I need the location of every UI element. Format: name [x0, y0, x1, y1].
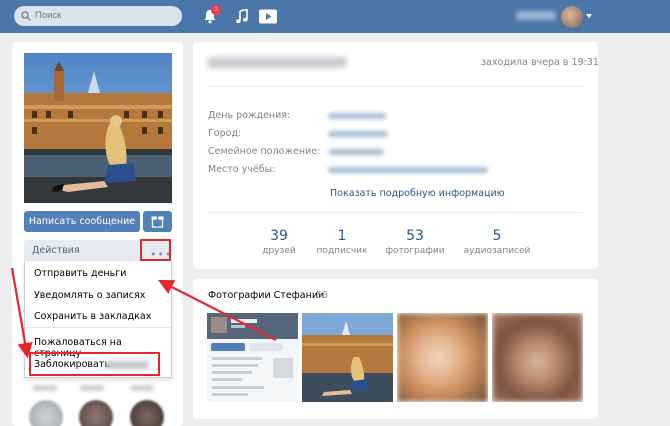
highlight-box-block	[29, 352, 160, 376]
friend-label	[130, 385, 154, 391]
info-value-birthday	[328, 113, 386, 119]
profile-photo[interactable]	[24, 53, 172, 203]
menu-item-bookmark[interactable]: Сохранить в закладках	[34, 311, 151, 322]
friend-avatar[interactable]	[79, 400, 113, 426]
info-label-birthday: День рождения:	[208, 110, 291, 121]
search-placeholder: Поиск	[35, 10, 62, 21]
stat-audio[interactable]: 5 аудиозаписей	[461, 228, 533, 256]
notifications-badge: 3	[211, 5, 221, 15]
divider	[207, 212, 583, 213]
photos-count: 53	[316, 290, 329, 301]
search-icon	[21, 11, 31, 21]
photos-title[interactable]: Фотографии Стефании	[208, 290, 324, 301]
info-label-city: Город:	[208, 128, 242, 139]
last-seen-status: заходила вчера в 19:31	[481, 57, 599, 68]
info-label-relationship: Семейное положение:	[208, 146, 321, 157]
stat-label: аудиозаписей	[463, 246, 531, 256]
stat-number: 1	[337, 228, 347, 244]
stat-number: 53	[406, 228, 424, 244]
profile-name	[207, 57, 347, 68]
photo-thumbnail[interactable]	[397, 313, 488, 402]
actions-label: Действия	[32, 245, 80, 256]
menu-item-notify-posts[interactable]: Уведомлять о записях	[34, 290, 145, 301]
friend-avatar[interactable]	[130, 400, 164, 426]
stat-number: 5	[492, 228, 502, 244]
stat-photos[interactable]: 53 фотографии	[382, 228, 448, 256]
friend-label	[33, 385, 57, 391]
video-icon[interactable]	[259, 9, 277, 24]
stat-label: фотографии	[385, 246, 445, 256]
stat-number: 39	[270, 228, 288, 244]
photo-thumbnail[interactable]	[207, 313, 298, 402]
photo-thumbnail[interactable]	[302, 313, 393, 402]
header-user-name[interactable]	[516, 11, 556, 20]
photo-thumbnail[interactable]	[492, 313, 583, 402]
search-input[interactable]: Поиск	[14, 6, 182, 26]
divider	[207, 86, 583, 87]
chevron-down-icon[interactable]	[586, 14, 592, 18]
highlight-box-more	[140, 239, 171, 261]
gift-button[interactable]	[143, 211, 172, 232]
menu-divider	[25, 327, 171, 328]
menu-item-send-money[interactable]: Отправить деньги	[34, 268, 126, 279]
stat-label: подписчик	[316, 246, 368, 256]
stat-followers[interactable]: 1 подписчик	[312, 228, 372, 256]
info-value-education	[328, 167, 488, 173]
header-user-avatar[interactable]	[561, 6, 583, 28]
info-value-relationship	[328, 149, 384, 155]
friend-label	[80, 385, 104, 391]
friend-avatar[interactable]	[29, 400, 63, 426]
stat-label: друзей	[262, 246, 296, 256]
show-more-info-link[interactable]: Показать подробную информацию	[330, 188, 505, 199]
stat-friends[interactable]: 39 друзей	[254, 228, 304, 256]
music-icon[interactable]	[235, 9, 249, 24]
write-message-button[interactable]: Написать сообщение	[24, 211, 140, 232]
info-label-education: Место учёбы:	[208, 164, 276, 175]
info-value-city	[328, 131, 388, 137]
gift-icon	[151, 216, 164, 228]
